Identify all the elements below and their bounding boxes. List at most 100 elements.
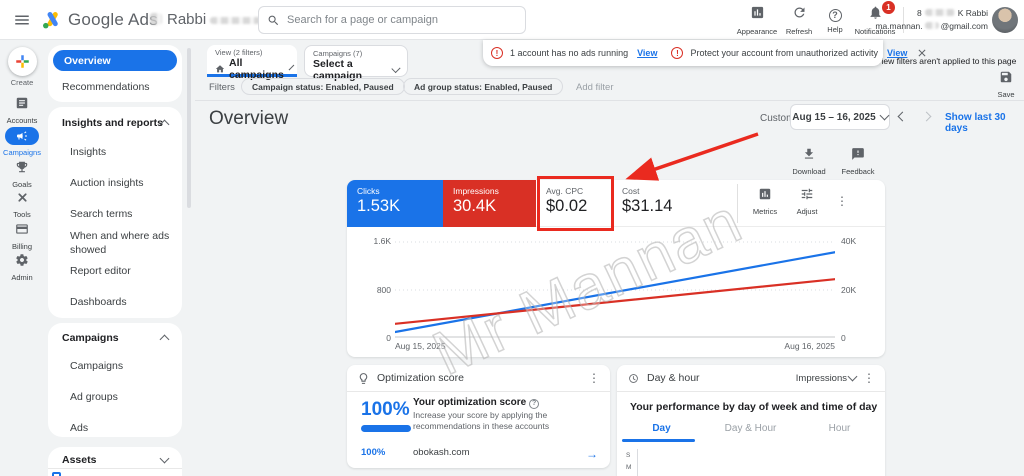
create-label: Create (10, 78, 34, 87)
rail-item-billing[interactable]: Billing (0, 222, 44, 251)
right-tick-1: 40K (841, 236, 857, 246)
sidebar-item-ads[interactable]: Ads (70, 422, 88, 434)
weekday-letter-s: S (626, 452, 631, 459)
profile-id-line: 8K Rabbi (917, 8, 988, 18)
account-profile-button[interactable]: 8K Rabbi ma.mannan. @gmail.com (875, 7, 988, 33)
admin-gear-icon (15, 253, 29, 267)
sidebar-section-insights[interactable]: Insights and reports (62, 117, 163, 129)
brand-title: Google Ads (68, 10, 158, 29)
dropdown-arrow-icon (288, 64, 295, 71)
active-tab-underline (622, 439, 695, 442)
overview-chart-card: Clicks 1.53K Impressions 30.4K Avg. CPC $0.… (347, 180, 885, 357)
sidebar-section-assets[interactable]: Assets (62, 454, 96, 466)
sidebar-item-auction-insights[interactable]: Auction insights (70, 177, 144, 189)
rail-item-tools[interactable]: Tools (0, 191, 44, 219)
section-divider (195, 100, 1024, 101)
sidebar-panel-campaigns: Campaigns Campaigns Ad groups Ads (48, 323, 182, 437)
alert-banner: ! 1 account has no ads running View ! Pr… (483, 40, 883, 66)
tab-day-hour[interactable]: Day & Hour (706, 423, 795, 434)
campaign-selector[interactable]: Campaigns (7) Select a campaign (304, 45, 408, 82)
date-range-selector[interactable]: Aug 15 – 16, 2025 (790, 104, 890, 130)
dh-metric-selector[interactable]: Impressions (796, 371, 858, 384)
select-all-checkbox[interactable] (52, 472, 61, 476)
chart-overflow-menu-icon[interactable]: ⋮ (836, 194, 848, 208)
rail-item-goals[interactable]: Goals (0, 160, 44, 189)
search-input[interactable] (287, 14, 517, 26)
rail-item-campaigns[interactable]: Campaigns (0, 127, 44, 157)
next-period-icon[interactable] (921, 111, 932, 122)
home-icon (215, 64, 225, 74)
series-line-clicks (395, 251, 835, 334)
row-domain: obokash.com (413, 447, 470, 458)
scorecard-cost[interactable]: Cost $31.14 (612, 180, 722, 227)
alert-2-text: Protect your account from unauthorized a… (690, 48, 879, 58)
banner-close-icon[interactable] (916, 47, 928, 59)
main-menu-icon[interactable] (13, 11, 31, 29)
opt-description: Increase your score by applying the reco… (413, 410, 550, 432)
sidebar-item-ad-groups[interactable]: Ad groups (70, 391, 118, 403)
filters-label: Filters (209, 82, 235, 93)
sidebar-panel-insights: Insights and reports Insights Auction in… (48, 107, 182, 318)
sidebar-scrollbar[interactable] (187, 48, 191, 208)
tab-hour[interactable]: Hour (795, 423, 884, 434)
arrow-right-icon[interactable]: → (586, 447, 598, 461)
strip-divider (737, 184, 738, 223)
refresh-button[interactable]: Refresh (779, 5, 819, 36)
scorecard-avg-cpc[interactable]: Avg. CPC $0.02 (536, 180, 612, 227)
sidebar-item-insights[interactable]: Insights (70, 146, 106, 158)
help-circle-icon[interactable]: ? (529, 398, 540, 409)
alert-2-view-link[interactable]: View (887, 48, 907, 58)
feedback-button[interactable]: Feedback (836, 147, 880, 176)
prev-period-icon[interactable] (897, 111, 908, 122)
row-score: 100% (361, 447, 386, 458)
rail-item-accounts[interactable]: Accounts (0, 96, 44, 125)
optimization-score-bar (361, 425, 411, 432)
metrics-button[interactable]: Metrics (743, 187, 787, 216)
chevron-up-icon[interactable] (159, 334, 170, 345)
sidebar-item-report-editor[interactable]: Report editor (70, 265, 131, 277)
sidebar-item-campaigns[interactable]: Campaigns (70, 360, 123, 372)
search-icon (267, 14, 280, 27)
scorecard-clicks[interactable]: Clicks 1.53K (347, 180, 443, 227)
adjust-button[interactable]: Adjust (787, 187, 827, 216)
opt-card-title: Optimization score (377, 372, 464, 384)
dh-axis-line (637, 449, 638, 476)
dh-description: Your performance by day of week and time… (630, 401, 878, 413)
google-ads-logo-icon[interactable] (41, 9, 63, 31)
sidebar-item-dashboards[interactable]: Dashboards (70, 296, 127, 308)
view-selector[interactable]: View (2 filters) All campaigns (207, 45, 297, 81)
save-button[interactable]: Save (986, 70, 1024, 99)
google-ads-app: Google Ads Rabbi Appearance Refresh ? He… (0, 0, 1024, 476)
x-label-end: Aug 16, 2025 (784, 341, 835, 351)
sidebar-panel-top: Overview Recommendations (48, 45, 182, 102)
navigation-rail: Create Accounts Campaigns Goals Tools Bi… (0, 40, 44, 476)
chevron-down-icon[interactable] (159, 453, 170, 464)
filter-chip-campaign-status[interactable]: Campaign status: Enabled, Paused (241, 78, 405, 95)
sidebar-item-recommendations[interactable]: Recommendations (62, 81, 150, 93)
help-button[interactable]: ? Help (817, 5, 853, 34)
sidebar-item-search-terms[interactable]: Search terms (70, 208, 132, 220)
show-last-30-days-link[interactable]: Show last 30 days (945, 112, 1024, 134)
appearance-icon (750, 5, 765, 20)
sidebar-item-overview[interactable]: Overview (53, 50, 177, 71)
adjust-sliders-icon (800, 187, 814, 201)
sidebar-section-campaigns[interactable]: Campaigns (62, 332, 119, 344)
opt-overflow-menu-icon[interactable]: ⋮ (588, 371, 600, 385)
sidebar-item-when-where[interactable]: When and where ads showed (70, 229, 170, 257)
avatar[interactable] (992, 7, 1018, 33)
create-button[interactable] (8, 47, 37, 76)
tab-day[interactable]: Day (617, 423, 706, 434)
add-filter-button[interactable]: Add filter (576, 82, 614, 93)
scorecard-impressions[interactable]: Impressions 30.4K (443, 180, 536, 227)
left-tick-2: 800 (376, 285, 391, 295)
assets-divider (48, 468, 182, 469)
appearance-button[interactable]: Appearance (733, 5, 781, 36)
download-button[interactable]: Download (787, 147, 831, 176)
alert-1-view-link[interactable]: View (637, 48, 657, 58)
metrics-icon (758, 187, 772, 201)
rail-item-admin[interactable]: Admin (0, 253, 44, 282)
filter-chip-adgroup-status[interactable]: Ad group status: Enabled, Paused (403, 78, 564, 95)
dh-overflow-menu-icon[interactable]: ⋮ (863, 371, 875, 385)
top-app-bar: Google Ads Rabbi Appearance Refresh ? He… (0, 0, 1024, 40)
tools-icon (16, 191, 29, 204)
